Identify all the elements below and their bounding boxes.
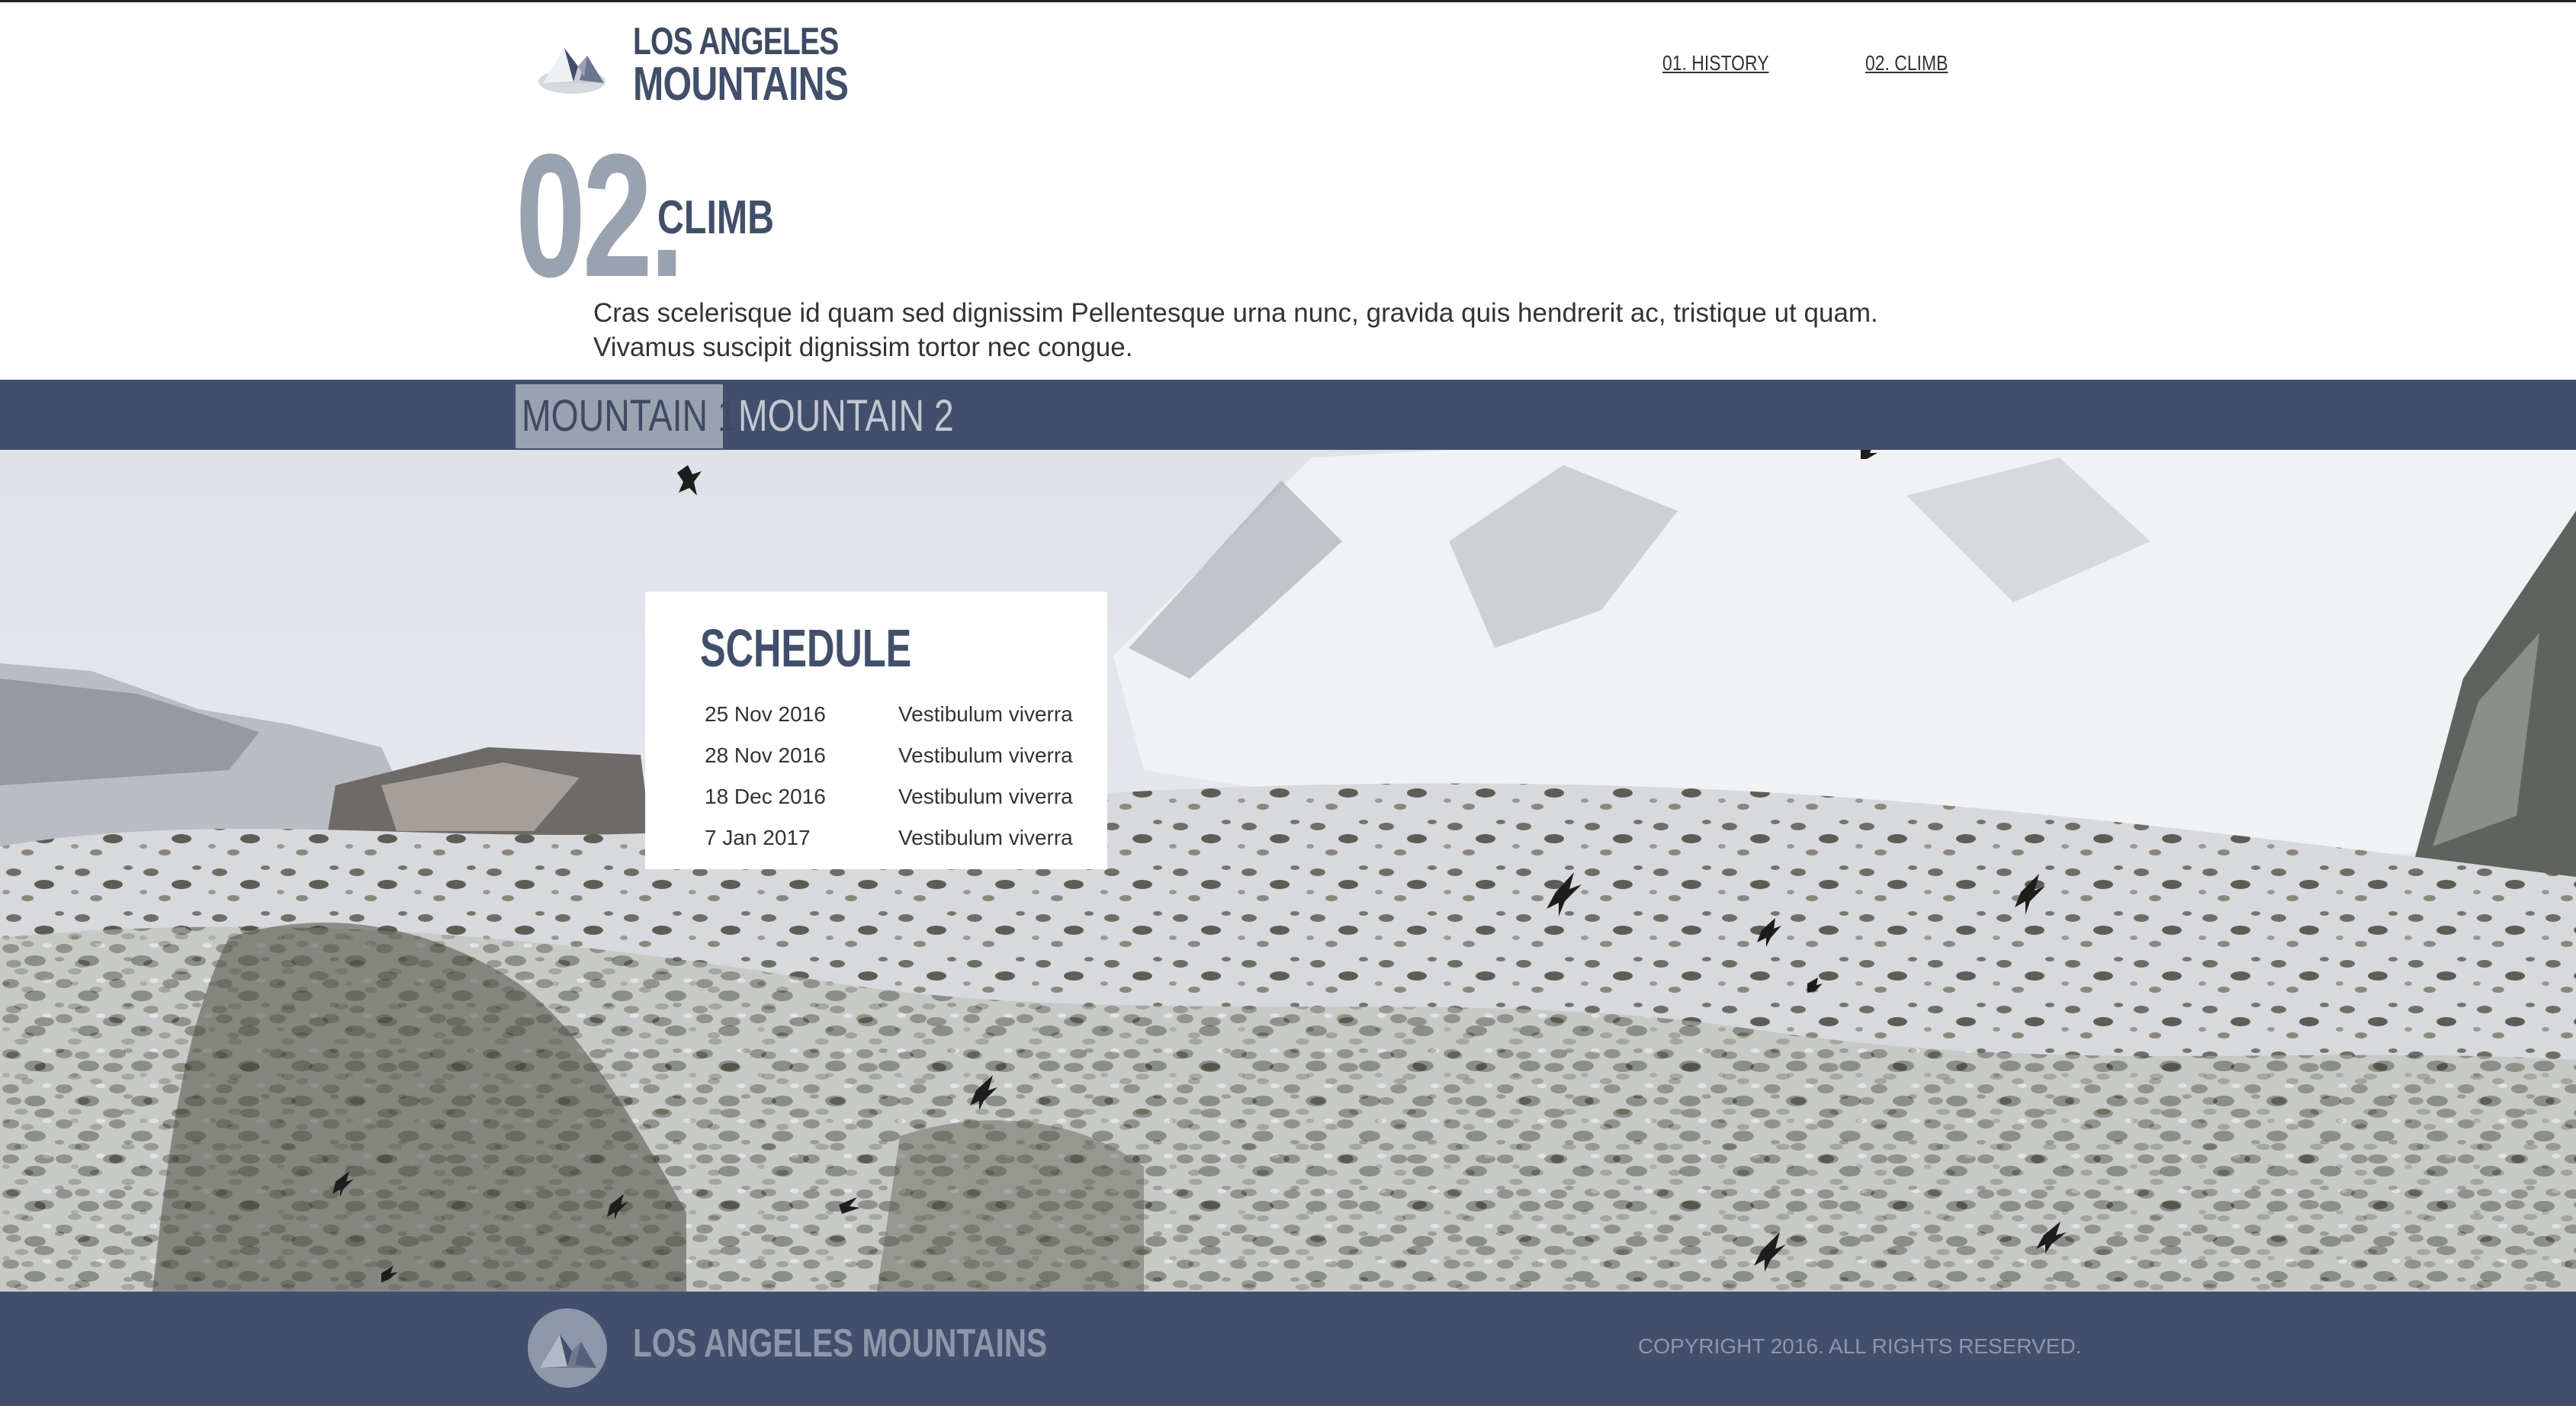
nav-link-history[interactable]: 01. HISTORY — [1662, 51, 1769, 75]
section-title: CLIMB — [657, 191, 775, 244]
schedule-date: 18 Dec 2016 — [705, 785, 826, 808]
schedule-title: SCHEDULE — [700, 618, 912, 678]
section-number: 02. — [516, 117, 685, 313]
copyright-text: COPYRIGHT 2016. ALL RIGHTS RESERVED. — [1638, 1334, 2082, 1358]
schedule-description: Vestibulum viverra — [898, 702, 1073, 726]
schedule-date: 7 Jan 2017 — [705, 826, 811, 849]
schedule-card: SCHEDULE 25 Nov 2016 Vestibulum viverra … — [645, 592, 1107, 869]
snowy-mountain-photo — [0, 450, 2576, 1292]
logo-text-line2: MOUNTAINS — [633, 58, 849, 111]
site-header: LOS ANGELES MOUNTAINS 01. HISTORY 02. CL… — [0, 2, 2576, 132]
tab-mountain-2[interactable]: MOUNTAIN 2 — [732, 384, 961, 448]
mountain-tab-bar: MOUNTAIN 1 MOUNTAIN 2 — [0, 380, 2576, 450]
logo-text-line1: LOS ANGELES — [633, 20, 839, 63]
site-footer: LOS ANGELES MOUNTAINS COPYRIGHT 2016. AL… — [0, 1292, 2576, 1406]
tab-mountain-1[interactable]: MOUNTAIN 1 — [516, 384, 737, 448]
schedule-date: 25 Nov 2016 — [705, 702, 826, 726]
hero-mountain-image — [0, 450, 2576, 1292]
schedule-row: 7 Jan 2017 Vestibulum viverra — [705, 817, 1086, 859]
mountain-logo-icon — [538, 48, 605, 94]
schedule-description: Vestibulum viverra — [898, 826, 1073, 849]
schedule-description: Vestibulum viverra — [898, 743, 1073, 767]
schedule-list: 25 Nov 2016 Vestibulum viverra 28 Nov 20… — [705, 694, 1086, 859]
schedule-description: Vestibulum viverra — [898, 785, 1073, 808]
schedule-row: 25 Nov 2016 Vestibulum viverra — [705, 694, 1086, 735]
schedule-row: 28 Nov 2016 Vestibulum viverra — [705, 735, 1086, 776]
mountain-logo-icon — [528, 1308, 607, 1388]
section-description: Cras scelerisque id quam sed dignissim P… — [593, 298, 1878, 362]
footer-site-name: LOS ANGELES MOUNTAINS — [633, 1321, 1048, 1366]
site-logo[interactable]: LOS ANGELES MOUNTAINS — [534, 19, 909, 111]
schedule-row: 18 Dec 2016 Vestibulum viverra — [705, 776, 1086, 817]
schedule-date: 28 Nov 2016 — [705, 743, 826, 767]
nav-link-climb[interactable]: 02. CLIMB — [1865, 51, 1948, 75]
tab-label: MOUNTAIN 2 — [738, 391, 954, 441]
tab-label: MOUNTAIN 1 — [522, 391, 737, 441]
